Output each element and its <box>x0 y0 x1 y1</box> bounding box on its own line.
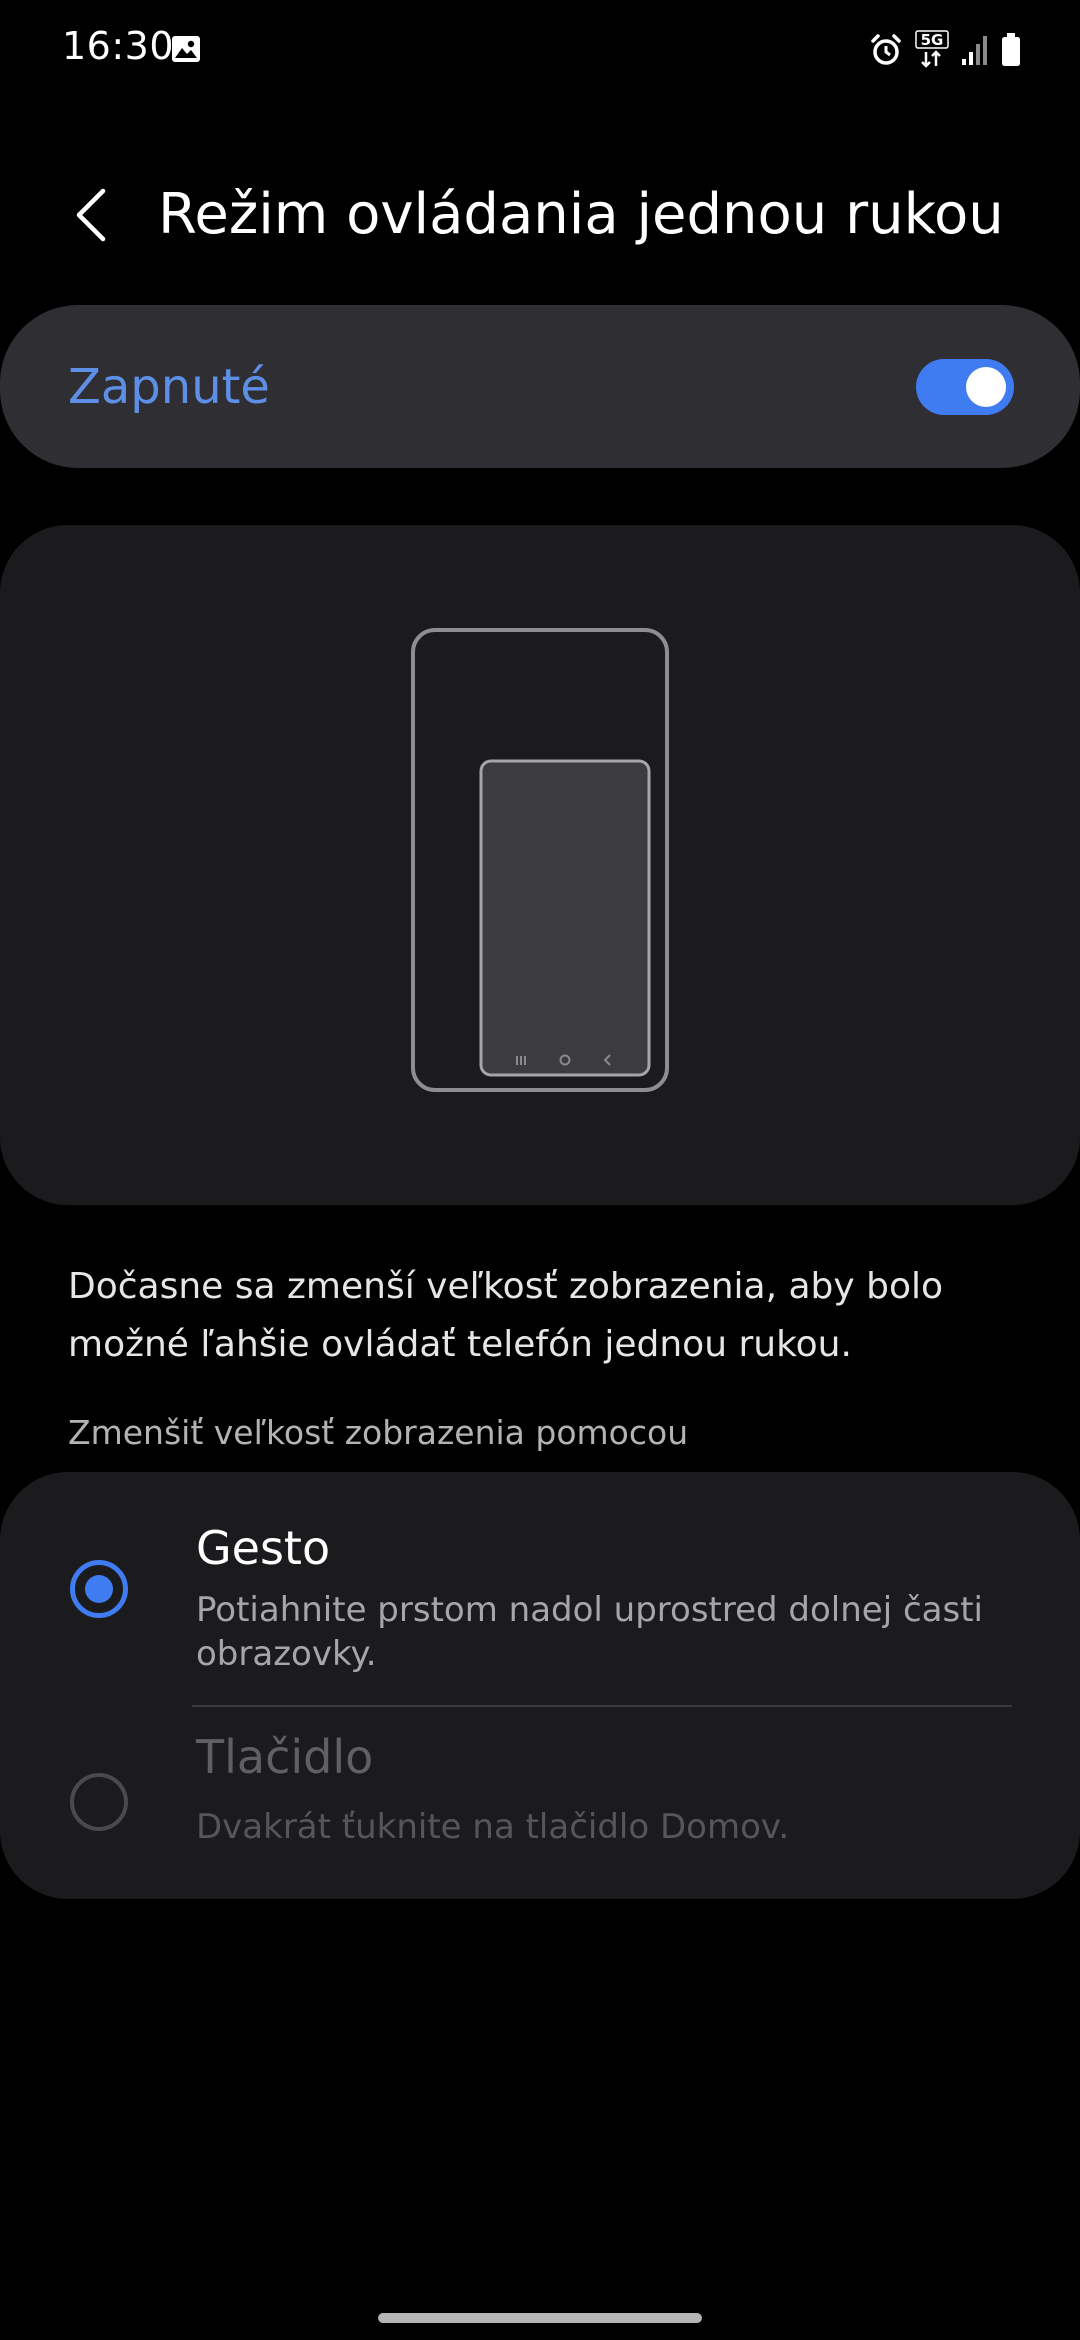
recents-icon <box>516 1056 526 1065</box>
illustration-card <box>0 525 1080 1205</box>
option-subtitle: Potiahnite prstom nadol uprostred dolnej… <box>196 1590 983 1674</box>
option-subtitle: Dvakrát ťuknite na tlačidlo Domov. <box>196 1807 790 1847</box>
one-handed-mode-phone-illustration <box>411 628 669 1092</box>
options-card: Gesto Potiahnite prstom nadol uprostred … <box>0 1472 1080 1899</box>
option-title: Gesto <box>196 1521 331 1575</box>
signal-icon <box>962 36 987 65</box>
radio-button[interactable] <box>70 1773 128 1831</box>
back-button[interactable] <box>60 180 120 250</box>
status-icons: 5G <box>868 30 1022 70</box>
toggle-knob <box>966 367 1006 407</box>
master-toggle-switch[interactable] <box>916 359 1014 415</box>
alarm-icon <box>871 34 901 65</box>
5g-icon: 5G <box>915 30 949 68</box>
page-title: Režim ovládania jednou rukou <box>158 182 1004 247</box>
section-header: Zmenšiť veľkosť zobrazenia pomocou <box>68 1413 689 1452</box>
master-switch-row[interactable]: Zapnuté <box>0 305 1080 468</box>
master-switch-label: Zapnuté <box>68 359 270 415</box>
home-indicator-bar[interactable] <box>378 2313 702 2323</box>
option-gesture[interactable]: Gesto Potiahnite prstom nadol uprostred … <box>0 1472 1080 1707</box>
radio-gesture[interactable] <box>70 1560 128 1618</box>
status-bar: 16:30 5G <box>0 0 1080 100</box>
option-button[interactable]: Tlačidlo Dvakrát ťuknite na tlačidlo Dom… <box>0 1707 1080 1899</box>
description-text: Dočasne sa zmenší veľkosť zobrazenia, ab… <box>68 1266 944 1365</box>
network-label: 5G <box>921 31 944 49</box>
radio-selected-dot <box>85 1575 113 1603</box>
screen: 16:30 5G Režim ovládania jednou rukou Za… <box>0 0 1080 2340</box>
chevron-left-icon <box>76 188 106 242</box>
status-time: 16:30 <box>62 24 175 68</box>
battery-icon <box>1002 33 1020 66</box>
option-title: Tlačidlo <box>196 1730 374 1784</box>
gallery-icon <box>172 36 200 62</box>
